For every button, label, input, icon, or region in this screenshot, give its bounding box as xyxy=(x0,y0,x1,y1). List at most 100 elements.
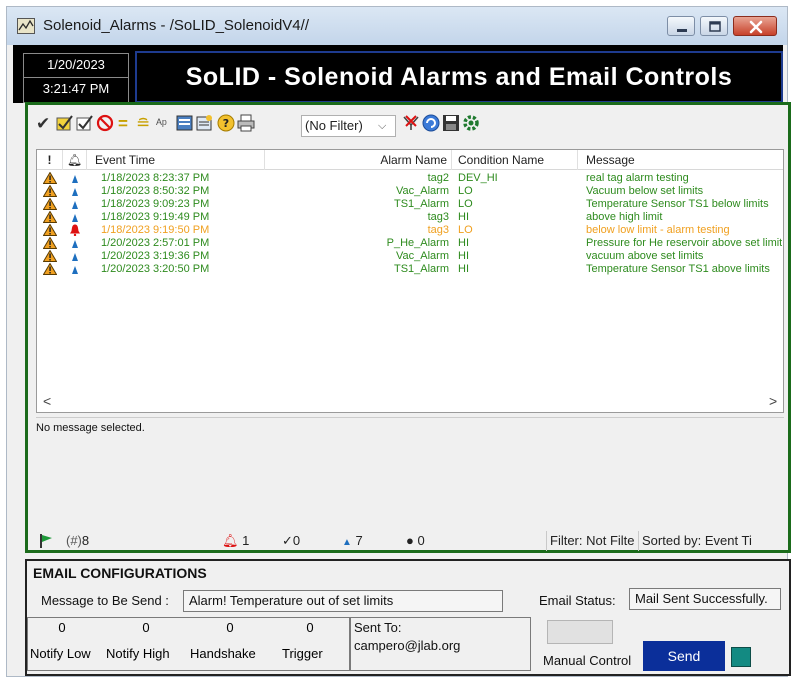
event-time-cell: 1/18/2023 8:23:37 PM xyxy=(101,172,210,184)
message-field[interactable]: Alarm! Temperature out of set limits xyxy=(183,590,503,612)
message-cell: real tag alarm testing xyxy=(586,172,689,184)
app-icon xyxy=(17,18,35,34)
window-title: Solenoid_Alarms - /SoLID_SolenoidV4// xyxy=(43,17,309,34)
send-status-led xyxy=(731,647,751,667)
manual-control-indicator xyxy=(547,620,613,644)
minimize-button[interactable] xyxy=(667,16,695,36)
column-condition-name[interactable]: Condition Name xyxy=(452,150,578,170)
status-divider xyxy=(546,531,547,551)
table-row[interactable]: 1/20/2023 2:57:01 PM P_He_Alarm HI Pressure… xyxy=(37,237,783,250)
table-row[interactable]: 1/18/2023 9:19:50 PM tag3 LO below low limi… xyxy=(37,224,783,237)
message-cell: below low limit - alarm testing xyxy=(586,224,730,236)
notification-counts: 0 0 0 0 Notify Low Notify High Handshake… xyxy=(27,617,351,671)
table-row[interactable]: 1/18/2023 8:50:32 PM Vac_Alarm LO Vacuum be… xyxy=(37,185,783,198)
current-date: 1/20/2023 xyxy=(24,54,128,78)
save-icon[interactable] xyxy=(442,114,460,132)
trigger-value: 0 xyxy=(306,620,314,635)
settings-icon[interactable] xyxy=(196,114,214,132)
condition-cell: HI xyxy=(458,250,469,262)
alarm-name-cell: Vac_Alarm xyxy=(396,250,449,262)
equals-icon[interactable]: = xyxy=(118,114,128,134)
sent-to-box: Sent To: campero@jlab.org xyxy=(349,617,531,671)
table-row[interactable]: 1/18/2023 9:19:49 PM tag3 HI above high lim… xyxy=(37,211,783,224)
condition-cell: LO xyxy=(458,185,473,197)
banner-title: SoLID - Solenoid Alarms and Email Contro… xyxy=(185,63,733,91)
status-divider xyxy=(638,531,639,551)
application-window: Solenoid_Alarms - /SoLID_SolenoidV4// 1/… xyxy=(6,6,791,677)
refresh-icon[interactable] xyxy=(422,114,440,132)
print-icon[interactable] xyxy=(237,114,255,132)
alarm-name-cell: TS1_Alarm xyxy=(393,263,449,275)
event-time-cell: 1/18/2023 9:19:49 PM xyxy=(101,211,210,223)
sent-to-label: Sent To: xyxy=(354,620,402,635)
disable-icon[interactable] xyxy=(96,114,114,132)
acked-count: ✓0 xyxy=(282,533,301,548)
scroll-right-icon[interactable]: > xyxy=(769,390,777,412)
horizontal-scrollbar[interactable]: < > xyxy=(37,390,783,412)
title-bar[interactable]: Solenoid_Alarms - /SoLID_SolenoidV4// xyxy=(7,7,787,45)
chevron-down-icon[interactable]: ⌵ xyxy=(378,115,386,137)
condition-cell: DEV_HI xyxy=(458,172,498,184)
column-message[interactable]: Message xyxy=(578,150,783,170)
manual-control-label: Manual Control xyxy=(543,653,632,668)
normal-count: ▲ 7 xyxy=(342,533,363,548)
scroll-left-icon[interactable]: < xyxy=(43,390,51,412)
message-cell: Temperature Sensor TS1 above limits xyxy=(586,263,770,275)
column-priority[interactable]: ! xyxy=(37,150,63,170)
alarm-name-cell: tag3 xyxy=(427,211,449,223)
filter-clear-icon[interactable] xyxy=(402,114,420,132)
alarm-status-bar: (#)8 🔔︎ 1 ✓0 ▲ 7 ● 0 Filter: Not Filte S… xyxy=(36,531,784,551)
table-row[interactable]: 1/18/2023 8:23:37 PM tag2 DEV_HI real tag a… xyxy=(37,172,783,185)
table-row[interactable]: 1/20/2023 3:20:50 PM TS1_Alarm HI Temperatu… xyxy=(37,263,783,276)
svg-text:?: ? xyxy=(223,117,229,130)
maximize-button[interactable] xyxy=(700,16,728,36)
flag-icon xyxy=(38,533,54,553)
bell-icon: 🔔︎ xyxy=(66,153,83,167)
sent-to-value: campero@jlab.org xyxy=(354,638,461,653)
condition-cell: LO xyxy=(458,198,473,210)
email-config-title: EMAIL CONFIGURATIONS xyxy=(33,565,207,581)
alarm-toolbar: ✔ = ≘ ᴬᵖ ? (No Filter) ⌵ xyxy=(36,111,776,137)
total-count: (#)8 xyxy=(66,533,90,548)
event-time-cell: 1/18/2023 8:50:32 PM xyxy=(101,185,210,197)
event-time-cell: 1/18/2023 9:19:50 PM xyxy=(101,224,210,236)
trigger-label: Trigger xyxy=(282,646,323,661)
column-event-time[interactable]: Event Time xyxy=(87,150,265,170)
close-button[interactable] xyxy=(733,16,777,36)
column-state[interactable]: 🔔︎ xyxy=(63,150,87,170)
count-icon: (#) xyxy=(66,533,82,548)
acknowledge-icon[interactable]: ✔ xyxy=(36,114,50,134)
header-bar: 1/20/2023 3:21:47 PM SoLID - Solenoid Al… xyxy=(13,45,783,103)
message-cell: Pressure for He reservoir above set limi… xyxy=(586,237,782,249)
send-button[interactable]: Send xyxy=(643,641,725,671)
ack-visible-icon[interactable] xyxy=(76,114,94,132)
column-alarm-name[interactable]: Alarm Name xyxy=(265,150,452,170)
notify-low-value: 0 xyxy=(58,620,66,635)
table-row[interactable]: 1/18/2023 9:09:23 PM TS1_Alarm LO Temperatu… xyxy=(37,198,783,211)
handshake-label: Handshake xyxy=(190,646,256,661)
gear-icon[interactable] xyxy=(462,114,480,132)
alarm-name-cell: Vac_Alarm xyxy=(396,185,449,197)
datetime-display: 1/20/2023 3:21:47 PM xyxy=(23,53,129,103)
condition-cell: HI xyxy=(458,211,469,223)
message-cell: Temperature Sensor TS1 below limits xyxy=(586,198,769,210)
filter-status: Filter: Not Filte xyxy=(550,533,635,548)
details-icon[interactable] xyxy=(176,114,194,132)
acked-icon: ✓ xyxy=(282,533,293,548)
alarm-name-cell: P_He_Alarm xyxy=(386,237,449,249)
ack-all-icon[interactable] xyxy=(56,114,74,132)
table-row[interactable]: 1/20/2023 3:19:36 PM Vac_Alarm HI vacuum ab… xyxy=(37,250,783,263)
email-status-label: Email Status: xyxy=(539,593,616,608)
tag-icon[interactable]: ᴬᵖ xyxy=(156,114,167,134)
help-icon[interactable]: ? xyxy=(217,114,235,132)
alarm-grid[interactable]: ! 🔔︎ Event Time Alarm Name Condition Nam… xyxy=(36,149,784,413)
disabled-icon: ● xyxy=(406,533,414,548)
event-time-cell: 1/18/2023 9:09:23 PM xyxy=(101,198,210,210)
sort-icon[interactable]: ≘ xyxy=(136,114,150,134)
alarm-name-cell: TS1_Alarm xyxy=(393,198,449,210)
condition-cell: HI xyxy=(458,237,469,249)
active-bell-icon: 🔔︎ xyxy=(222,533,239,548)
warning-icon xyxy=(43,263,59,279)
active-count: 🔔︎ 1 xyxy=(222,533,250,548)
message-detail-pane: No message selected. xyxy=(36,417,784,529)
